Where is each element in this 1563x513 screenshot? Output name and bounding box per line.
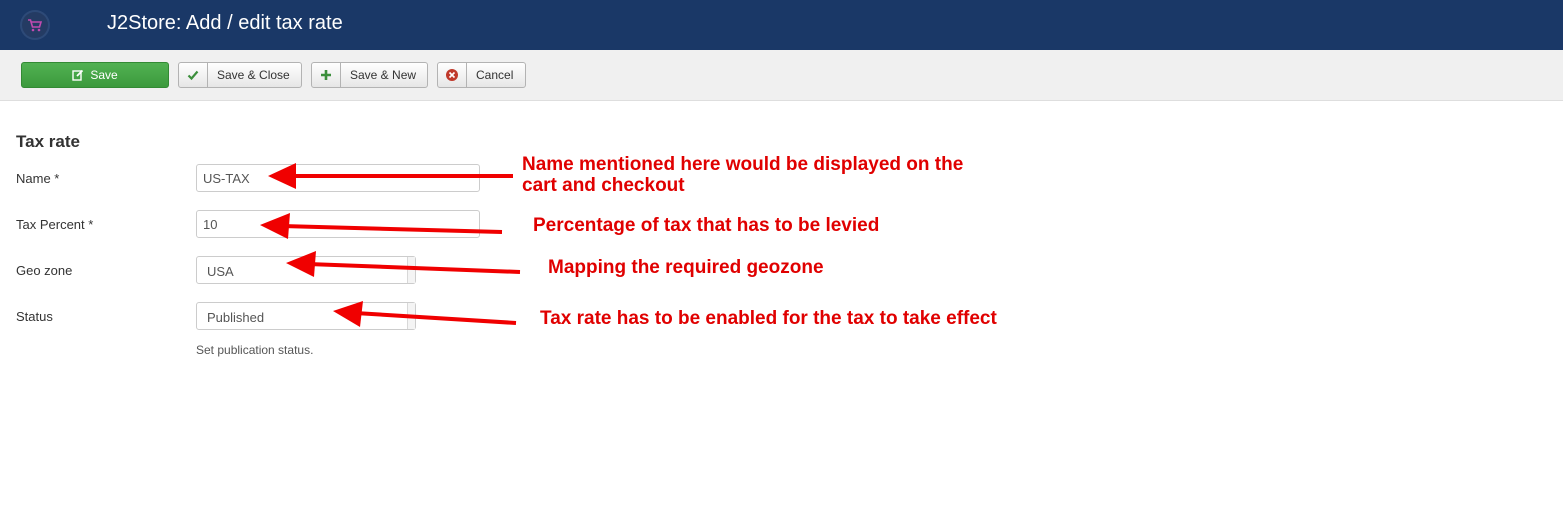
status-label: Status [16,309,53,324]
save-close-button[interactable]: Save & Close [178,62,302,88]
name-annotation-line1: Name mentioned here would be displayed o… [522,154,964,175]
cancel-label: Cancel [476,68,514,82]
edit-icon [72,69,84,81]
geo-zone-label: Geo zone [16,263,73,278]
name-label: Name * [16,171,60,186]
cancel-button[interactable]: Cancel [437,62,526,88]
name-field[interactable] [196,164,480,192]
tax-percent-annotation: Percentage of tax that has to be levied [533,215,880,236]
geo-zone-annotation: Mapping the required geozone [548,257,824,278]
name-annotation-line2: cart and checkout [522,175,685,196]
geo-zone-select[interactable]: USA [196,256,416,284]
status-annotation: Tax rate has to be enabled for the tax t… [540,308,997,329]
page-title: J2Store: Add / edit tax rate [107,12,343,34]
save-new-button[interactable]: Save & New [311,62,428,88]
check-icon [179,63,208,87]
plus-icon [312,63,341,87]
app-header: J2Store: Add / edit tax rate [0,0,1563,50]
status-value: Published [207,310,265,325]
save-new-label: Save & New [350,68,417,82]
select-handle-icon [407,303,415,329]
status-help-text: Set publication status. [196,343,314,357]
section-title: Tax rate [16,132,80,151]
geo-zone-value: USA [207,264,234,279]
save-button[interactable]: Save [21,62,169,88]
select-handle-icon [407,257,415,283]
status-select[interactable]: Published [196,302,416,330]
save-close-label: Save & Close [217,68,290,82]
toolbar: Save Save & Close Save & New Cancel [0,50,1563,101]
name-annotation: Name mentioned here would be displayed o… [522,154,963,196]
tax-percent-label: Tax Percent * [16,217,94,232]
save-button-label: Save [90,68,118,82]
cancel-icon [438,63,467,87]
tax-percent-field[interactable] [196,210,480,238]
cart-logo-icon[interactable] [20,10,50,40]
